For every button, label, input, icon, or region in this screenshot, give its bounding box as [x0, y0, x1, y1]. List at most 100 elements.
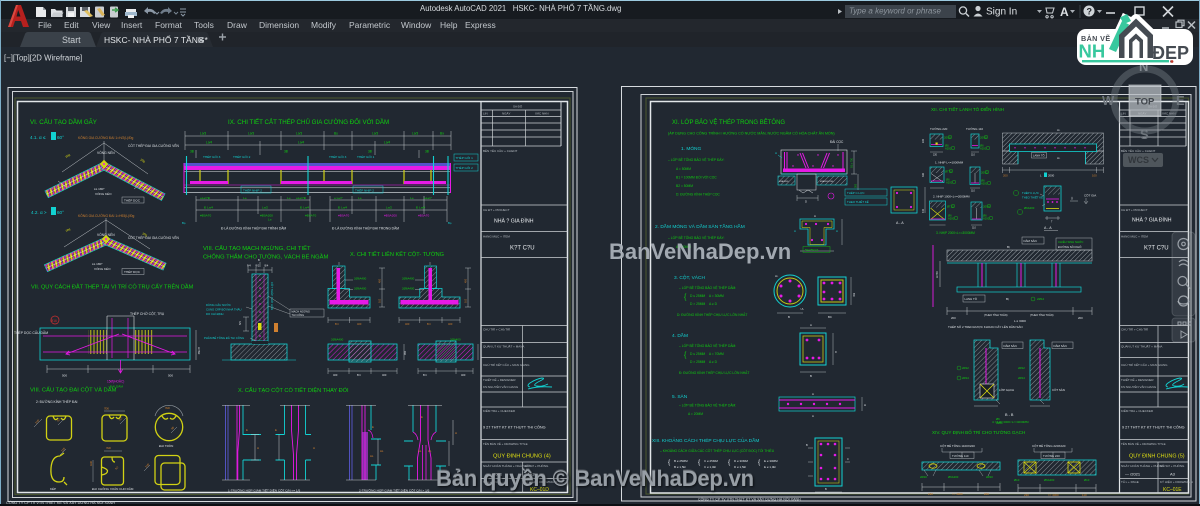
svg-text:KÔNG GIA CƯỜNG ĐAI 1=H93(L)/Đg: KÔNG GIA CƯỜNG ĐAI 1=H93(L)/Đg — [78, 213, 134, 218]
svg-text:A: A — [814, 214, 816, 218]
svg-text:Đ Lə/4: Đ Lə/4 — [300, 206, 309, 210]
svg-text:300: 300 — [855, 183, 858, 188]
svg-text:BC: BC — [852, 293, 856, 297]
svg-text:T: T — [1051, 221, 1053, 224]
svg-text:3∅: 3∅ — [114, 465, 120, 471]
svg-text:500: 500 — [168, 374, 173, 378]
svg-text:DẦM SÀN: DẦM SÀN — [1004, 344, 1017, 348]
svg-text:ØΓ70: ØΓ70 — [945, 170, 952, 174]
svg-text:4.2. α >: 4.2. α > — [31, 210, 47, 215]
svg-text:D: ĐƯỜNG KÍNH THÉP CHỊU LỰC LỚ: D: ĐƯỜNG KÍNH THÉP CHỊU LỰC LỚN NHẤT — [677, 312, 747, 317]
svg-text:Bтт: Bтт — [335, 322, 340, 326]
svg-text:1Đg: 1Đg — [64, 152, 71, 158]
svg-text:THÉP GỐI 1: THÉP GỐI 1 — [357, 154, 375, 159]
svg-text:7Đ0: 7Đ0 — [104, 407, 109, 411]
svg-text:PHẦN BÊ TÔNG ĐÃ THI CÔNG: PHẦN BÊ TÔNG ĐÃ THI CÔNG — [204, 335, 244, 340]
svg-text:2Ø12: 2Ø12 — [1018, 366, 1025, 370]
svg-text:əLə/7Đ: əLə/7Đ — [296, 196, 307, 200]
svg-text:60°: 60° — [57, 210, 64, 215]
svg-text:KÉP: KÉP — [50, 486, 56, 491]
svg-text:L: L — [1040, 174, 1042, 178]
svg-text:2Ø12: 2Ø12 — [962, 366, 969, 370]
svg-text:B: B — [810, 374, 812, 378]
svg-text:XI. LỚP BẢO VỆ THÉP TRONG BÊTÔ: XI. LỚP BẢO VỆ THÉP TRONG BÊTÔNG — [672, 118, 785, 126]
svg-text:CHỦ TRÌ + CHủ TRÌ: CHỦ TRÌ + CHủ TRÌ — [483, 327, 510, 332]
svg-text:BÊN YÊU CẦU + CLIENT: BÊN YÊU CẦU + CLIENT — [483, 148, 518, 153]
svg-text:1. NHỊP L<=1000MM: 1. NHỊP L<=1000MM — [935, 161, 964, 165]
svg-text:THÉP GỐI 2: THÉP GỐI 2 — [233, 154, 251, 159]
svg-text:2Ø6A400: 2Ø6A400 — [402, 277, 415, 281]
svg-text:X. CẤU TẠO CỘT CÓ TIẾT DIỆN TH: X. CẤU TẠO CỘT CÓ TIẾT DIỆN THAY ĐỔI — [238, 386, 349, 394]
svg-text:LỚP GẠCH: LỚP GẠCH — [999, 387, 1014, 392]
svg-text:H: H — [455, 431, 457, 435]
svg-text:BÊN YÊU CẦU + CLIENT: BÊN YÊU CẦU + CLIENT — [1121, 148, 1156, 153]
svg-text:Lə/3: Lə/3 — [372, 132, 378, 136]
svg-text:Ø6A200: Ø6A200 — [1044, 478, 1055, 482]
svg-text:QUẢN LÝ KỰ THUẬT + MANA: QUẢN LÝ KỰ THUẬT + MANA — [483, 344, 524, 349]
svg-text:5Đ: 5Đ — [170, 425, 175, 430]
svg-text:X. CHI TIẾT LIÊN KẾT CỘT- TƯỜN: X. CHI TIẾT LIÊN KẾT CỘT- TƯỜNG — [350, 250, 444, 258]
svg-text:NH: NH — [1079, 41, 1106, 62]
svg-text:MẠCH NGỪNG: MẠCH NGỪNG — [292, 309, 310, 314]
svg-text:Lə/3: Lə/3 — [412, 132, 418, 136]
svg-text:KÝ HIỆU + DRAWING N: KÝ HIỆU + DRAWING N — [1160, 479, 1193, 484]
svg-text:Lə: Lə — [243, 196, 247, 200]
svg-text:VII. QUY CÁCH ĐẰT THÉP TẠI VỊ: VII. QUY CÁCH ĐẰT THÉP TẠI VỊ TRÍ CÓ TRỤ… — [31, 283, 194, 291]
svg-text:110: 110 — [1082, 493, 1087, 497]
svg-text:2Ø14: 2Ø14 — [962, 376, 969, 380]
svg-text:Ø6A200: Ø6A200 — [948, 475, 959, 479]
svg-text:A = 50MM: A = 50MM — [676, 167, 691, 171]
svg-text:THEO THIẾT KẾ: THEO THIẾT KẾ — [1022, 195, 1043, 200]
svg-text:B ≥ 25MM: B ≥ 25MM — [674, 459, 688, 463]
svg-text:A: A — [812, 414, 814, 418]
svg-text:4. NHỊP 3000<L<=4000MM: 4. NHỊP 3000<L<=4000MM — [992, 420, 1029, 424]
svg-text:XII. CHI TIẾT LANH TÔ ĐIỂN HÌN: XII. CHI TIẾT LANH TÔ ĐIỂN HÌNH — [931, 106, 1004, 112]
svg-text:THEO THIẾT KẾ: THEO THIẾT KẾ — [847, 199, 869, 204]
svg-text:VÒNG NÉN: VÒNG NÉN — [97, 232, 115, 237]
svg-text:H=5Đ: H=5Đ — [197, 347, 201, 354]
svg-text:E: E — [275, 428, 277, 432]
svg-text:LANH TÔ: LANH TÔ — [1033, 153, 1045, 158]
svg-text:200: 200 — [1078, 316, 1083, 320]
svg-text:DẦM SÀN: DẦM SÀN — [1054, 344, 1067, 348]
svg-text:CỘT BÊ TÔNG 1100X220: CỘT BÊ TÔNG 1100X220 — [940, 443, 975, 448]
svg-text:Đ Lə/4: Đ Lə/4 — [204, 206, 213, 210]
svg-text:H: H — [313, 446, 315, 450]
svg-text:THÉP GỐI 2: THÉP GỐI 2 — [456, 165, 474, 170]
svg-text:Ø10: Ø10 — [1014, 478, 1020, 482]
svg-text:B: B — [825, 487, 827, 491]
svg-text:2. NHỊP 1000<L<=2000MM: 2. NHỊP 1000<L<=2000MM — [933, 195, 970, 199]
svg-text:THIẾT KẾ + DESIGNER: THIẾT KẾ + DESIGNER — [483, 377, 516, 382]
svg-text:QUẢN LÝ KỰ THUẬT + MANA: QUẢN LÝ KỰ THUẬT + MANA — [1121, 344, 1162, 349]
svg-text:A: A — [810, 323, 812, 327]
svg-text:[−][Top][2D Wireframe]: [−][Top][2D Wireframe] — [4, 54, 82, 63]
svg-text:450: 450 — [379, 278, 382, 283]
svg-text:CỒT THÉP CHỜ LIÊN: CỒT THÉP CHỜ LIÊN — [270, 282, 275, 310]
svg-text:NHÀ ? GIA ĐÌNH: NHÀ ? GIA ĐÌNH — [494, 218, 534, 225]
svg-text:2000: 2000 — [1048, 174, 1055, 178]
svg-text:ə Lə/7: ə Lə/7 — [334, 196, 343, 200]
svg-text:{: { — [758, 459, 761, 466]
svg-text:1Đ0: 1Đ0 — [89, 461, 93, 466]
svg-text:Đ LÀ ĐƯỜNG KÍNH THÉP ĐAI TRONG: Đ LÀ ĐƯỜNG KÍNH THÉP ĐAI TRONG DẦM — [332, 226, 399, 231]
svg-text:Bтт: Bтт — [357, 373, 362, 377]
svg-text:DỪNG CẤU NƯỚC: DỪNG CẤU NƯỚC — [206, 302, 231, 307]
svg-text:C ≥ 25MM: C ≥ 25MM — [704, 459, 718, 463]
svg-text:{: { — [728, 459, 731, 466]
svg-text:Lə/2: Lə/2 — [386, 206, 392, 210]
svg-text:B - B: B - B — [1005, 413, 1014, 417]
svg-text:CHỦ TRÌ KẾT CẤU + MAN GIANG: CHỦ TRÌ KẾT CẤU + MAN GIANG — [1121, 362, 1168, 367]
svg-text:D ≤ 25MM A = 30MM: D ≤ 25MM A = 30MM — [690, 294, 724, 298]
svg-text:D: ĐƯỜNG KÍNH THÉP CỌC: D: ĐƯỜNG KÍNH THÉP CỌC — [676, 192, 720, 197]
svg-text:2ØA400: 2ØA400 — [450, 338, 461, 342]
svg-text:əLə/7: əLə/7 — [424, 196, 432, 200]
svg-text:A3: A3 — [1170, 472, 1176, 477]
svg-text:QUY ĐINH CHUNG (4): QUY ĐINH CHUNG (4) — [493, 454, 551, 460]
svg-text:B/4: B/4 — [265, 265, 269, 268]
svg-text:CỒT THÉP ĐAI GIA CƯỜNG VÊN: CỒT THÉP ĐAI GIA CƯỜNG VÊN — [128, 143, 180, 148]
svg-text:HSKC- NHÀ PHỐ 7 TẦNG*: HSKC- NHÀ PHỐ 7 TẦNG* — [104, 34, 208, 45]
svg-text:VÒNG KÉO: VÒNG KÉO — [95, 191, 112, 196]
svg-text:CH ĐT + PROJECT: CH ĐT + PROJECT — [1121, 208, 1148, 212]
svg-text:9 27 THTT KT KT THUTT THI CÔNG: 9 27 THTT KT KT THUTT THI CÔNG — [1122, 425, 1185, 430]
svg-text:ØΓ12: ØΓ12 — [947, 205, 954, 209]
